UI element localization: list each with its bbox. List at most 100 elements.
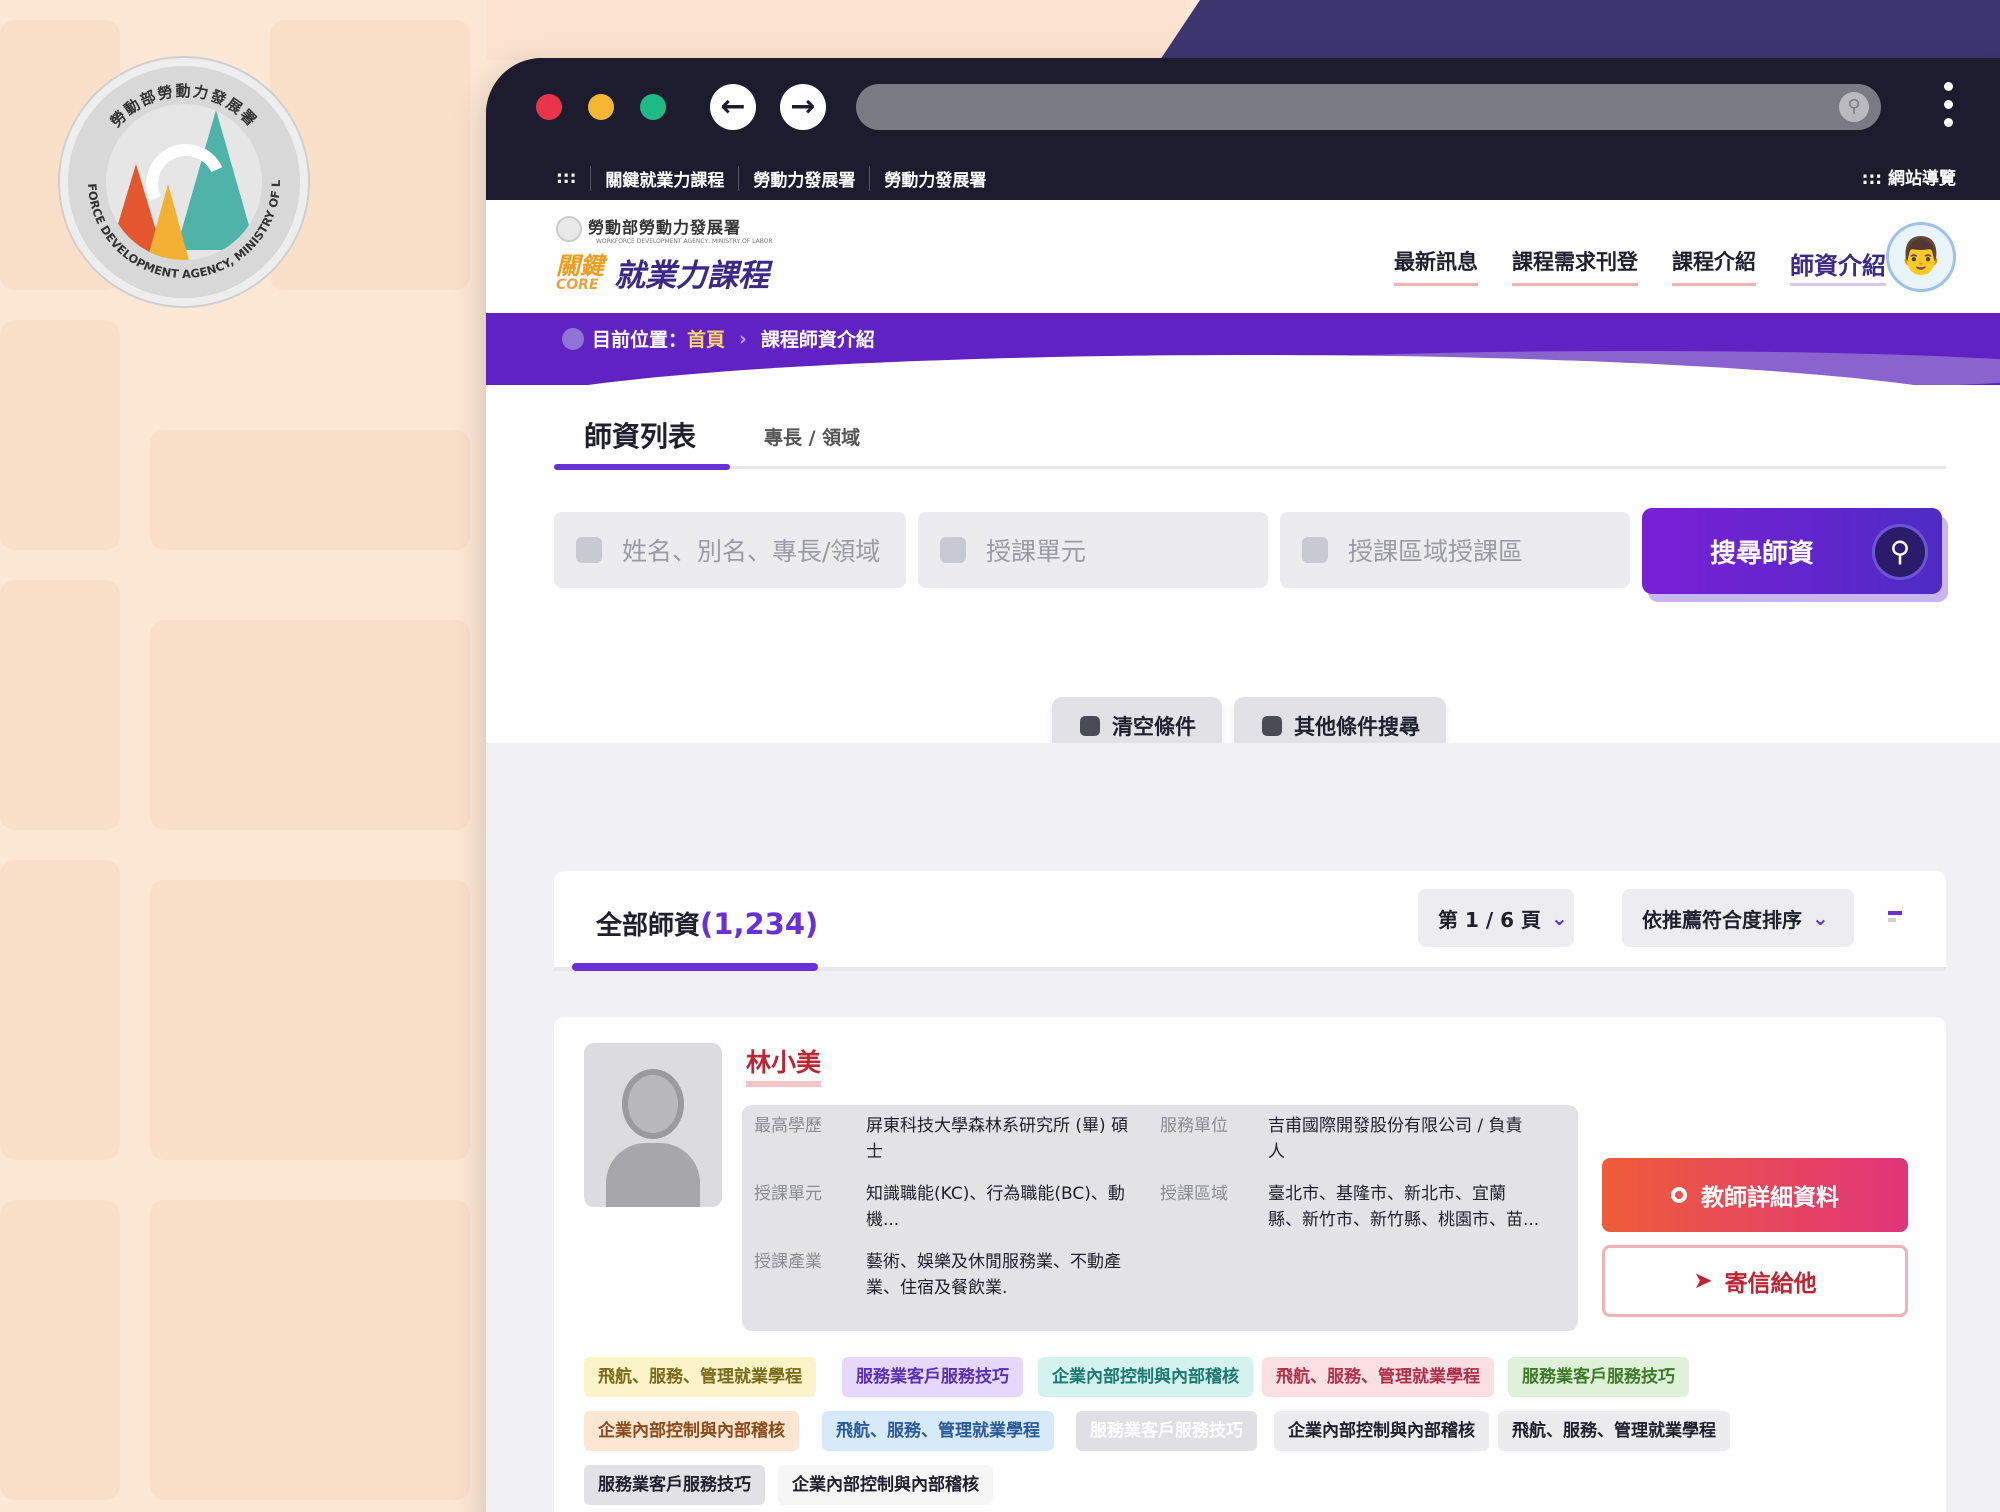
results-indicator [572,963,818,971]
area-value-line2: 縣、新竹市、新竹縣、桃園市、苗... [1268,1210,1540,1230]
location-pin-icon [562,327,584,350]
tag[interactable]: 服務業客戶服務技巧 [842,1357,1023,1397]
teacher-card: 林小美 最高學歷 屏東科技大學森林系研究所 (畢) 碩 士 服務單位 吉甫國際開… [554,1017,1946,1512]
area-select[interactable]: 授課區域授課區 [1280,512,1630,588]
tag[interactable]: 企業內部控制與內部稽核 [1038,1357,1253,1397]
name-search-input[interactable]: 姓名、別名、專長/領域 [554,512,906,588]
tag[interactable]: 企業內部控制與內部稽核 [1274,1411,1489,1451]
more-menu-icon[interactable] [1944,82,1954,134]
teacher-name[interactable]: 林小美 [746,1043,822,1087]
breadcrumb: 目前位置： 首頁 › 課程師資介紹 [562,325,875,352]
industry-value-line1: 藝術、娛樂及休閒服務業、不動產 [866,1252,1121,1272]
results-header: 全部師資(1,234) 第 1 / 6 頁 ⌄ 依推薦符合度排序 ⌄ [554,871,1946,971]
list-view-icon[interactable] [1888,911,1918,931]
chevron-down-icon: ⌄ [1812,906,1829,930]
breadcrumb-label: 目前位置： [592,329,688,351]
site-title: 就業力課程 [614,258,769,294]
browser-window: ← → ⚲ ::: 關鍵就業力課程 勞動力發展署 勞動力發展署 ::: 網站導覽… [486,58,2000,1512]
sitemap-link[interactable]: ::: 網站導覽 [1862,164,1956,189]
seal-ring-text: 勞動部勞動力發展署 WORKFORCE DEVELOPMENT AGENCY, … [68,66,283,281]
search-icon[interactable]: ⚲ [1839,92,1869,122]
browser-chrome: ← → ⚲ ::: 關鍵就業力課程 勞動力發展署 勞動力發展署 ::: 網站導覽 [486,58,2000,200]
background-band [486,0,1186,60]
results-count: 全部師資(1,234) [596,907,819,941]
tab-expertise[interactable]: 專長 / 領域 [764,423,860,450]
nav-course-request[interactable]: 課程需求刊登 [1512,246,1638,286]
search-teachers-button[interactable]: 搜尋師資 ⚲ [1642,508,1942,594]
chevron-right-icon: › [739,327,747,350]
tag[interactable]: 飛航、服務、管理就業學程 [822,1411,1054,1451]
svg-text:勞動部勞動力發展署: 勞動部勞動力發展署 [107,82,261,131]
tag[interactable]: 服務業客戶服務技巧 [1076,1411,1257,1451]
background-purple-band [1160,0,2000,60]
quick-links-prefix: ::: [556,168,577,188]
agency-english-name: WORKFORCE DEVELOPMENT AGENCY, MINISTRY O… [596,238,773,245]
org-value-line2: 人 [1268,1142,1285,1162]
search-filters: 姓名、別名、專長/領域 授課單元 授課區域授課區 [554,512,1630,588]
logo-core-cn: 關鍵 [556,251,604,280]
teacher-photo [584,1043,722,1207]
org-label: 服務單位 [1160,1116,1228,1136]
breadcrumb-home[interactable]: 首頁 [687,325,725,352]
search-panel: 師資列表 專長 / 領域 姓名、別名、專長/領域 授課單元 授課區域授課區 搜尋… [486,385,2000,755]
agency-seal-logo: 勞動部勞動力發展署 WORKFORCE DEVELOPMENT AGENCY, … [60,58,308,306]
nav-courses[interactable]: 課程介紹 [1672,246,1756,286]
tag[interactable]: 企業內部控制與內部稽核 [778,1465,993,1505]
send-mail-button[interactable]: ➤ 寄信給他 [1602,1245,1908,1317]
quick-links-bar: ::: 關鍵就業力課程 勞動力發展署 勞動力發展署 [556,164,1000,192]
active-tab-indicator [554,464,730,470]
industry-label: 授課產業 [754,1252,822,1272]
map-icon [1302,537,1328,563]
results-area: 全部師資(1,234) 第 1 / 6 頁 ⌄ 依推薦符合度排序 ⌄ 林小美 最高學… [486,743,2000,1512]
window-maximize-button[interactable] [640,94,666,120]
tag[interactable]: 服務業客戶服務技巧 [584,1465,765,1505]
teacher-info-box: 最高學歷 屏東科技大學森林系研究所 (畢) 碩 士 服務單位 吉甫國際開發股份有… [742,1105,1578,1331]
tag[interactable]: 服務業客戶服務技巧 [1508,1357,1689,1397]
chevron-down-icon: ⌄ [1551,906,1568,930]
site-logo[interactable]: 關鍵 CORE 就業力課程 [556,250,769,295]
tab-teacher-list[interactable]: 師資列表 [584,415,696,455]
unit-select[interactable]: 授課單元 [918,512,1268,588]
arrow-right-icon[interactable]: → [780,84,826,130]
arrow-left-icon[interactable]: ← [710,84,756,130]
book-icon [940,537,966,563]
org-value-line1: 吉甫國際開發股份有限公司 / 負責 [1268,1116,1523,1136]
edu-value-line2: 士 [866,1142,883,1162]
address-bar[interactable]: ⚲ [856,84,1881,130]
sort-select[interactable]: 依推薦符合度排序 ⌄ [1622,889,1854,947]
unit-value-line2: 機... [866,1210,900,1230]
search-icon [576,537,602,563]
breadcrumb-current: 課程師資介紹 [760,329,875,351]
tag[interactable]: 飛航、服務、管理就業學程 [1498,1411,1730,1451]
tab-bar: 師資列表 專長 / 領域 [554,415,1946,470]
window-close-button[interactable] [536,94,562,120]
reset-icon [1080,716,1100,736]
quick-link-3[interactable]: 勞動力發展署 [869,165,1000,191]
tag[interactable]: 企業內部控制與內部稽核 [584,1411,799,1451]
logo-core-en: CORE [556,276,599,293]
agency-mini-logo [556,215,582,242]
edu-label: 最高學歷 [754,1116,822,1136]
teacher-detail-button[interactable]: 教師詳細資料 [1602,1158,1908,1232]
filter-icon [1262,716,1282,736]
industry-value-line2: 業、住宿及餐飲業. [866,1278,1008,1298]
tag[interactable]: 飛航、服務、管理就業學程 [584,1357,816,1397]
magnifier-icon: ⚲ [1872,524,1928,580]
window-minimize-button[interactable] [588,94,614,120]
quick-link-2[interactable]: 勞動力發展署 [738,165,869,191]
area-value-line1: 臺北市、基隆市、新北市、宜蘭 [1268,1184,1506,1204]
unit-value-line1: 知識職能(KC)、行為職能(BC)、動 [866,1184,1125,1204]
eye-icon [1671,1187,1687,1203]
page-select[interactable]: 第 1 / 6 頁 ⌄ [1418,889,1574,947]
main-nav: 最新訊息 課程需求刊登 課程介紹 師資介紹 [1394,246,1886,286]
send-icon: ➤ [1693,1268,1713,1294]
site-header: 勞動部勞動力發展署 WORKFORCE DEVELOPMENT AGENCY, … [486,200,2000,313]
nav-news[interactable]: 最新訊息 [1394,246,1478,286]
user-avatar[interactable]: 👨 [1886,222,1956,292]
tag[interactable]: 飛航、服務、管理就業學程 [1262,1357,1494,1397]
quick-link-1[interactable]: 關鍵就業力課程 [590,165,738,191]
nav-teachers[interactable]: 師資介紹 [1790,246,1886,286]
unit-label: 授課單元 [754,1184,822,1204]
edu-value-line1: 屏東科技大學森林系研究所 (畢) 碩 [866,1116,1129,1136]
breadcrumb-band: 目前位置： 首頁 › 課程師資介紹 [486,313,2000,385]
